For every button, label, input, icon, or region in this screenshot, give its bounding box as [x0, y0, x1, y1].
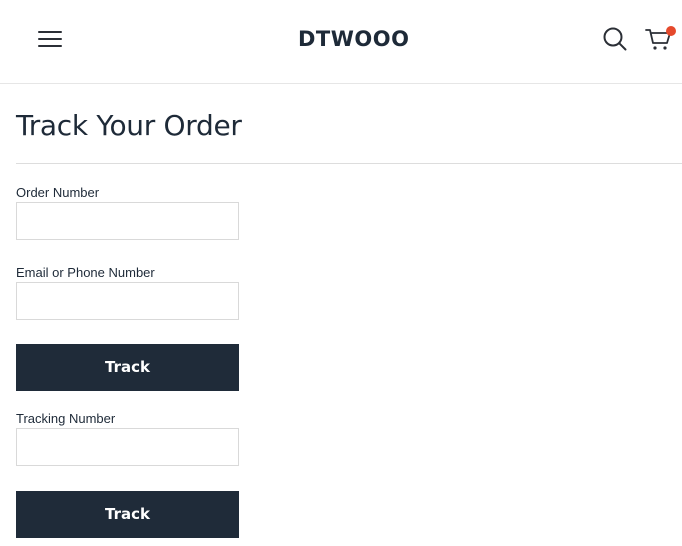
- email-or-phone-label: Email or Phone Number: [16, 265, 155, 280]
- menu-line: [38, 31, 62, 33]
- site-header: DTWOOO: [0, 0, 682, 84]
- cart-badge: [666, 26, 676, 36]
- tracking-number-input[interactable]: [16, 428, 239, 466]
- tracking-number-label: Tracking Number: [16, 411, 116, 426]
- menu-line: [38, 38, 62, 40]
- shopping-cart-icon[interactable]: [644, 24, 676, 54]
- order-number-input[interactable]: [16, 202, 239, 240]
- brand-logo[interactable]: DTWOOO: [298, 24, 414, 54]
- page-title: Track Your Order: [16, 109, 242, 142]
- track-order-button[interactable]: Track: [16, 344, 239, 391]
- menu-line: [38, 45, 62, 47]
- track-number-button[interactable]: Track: [16, 491, 239, 538]
- email-or-phone-input[interactable]: [16, 282, 239, 320]
- title-divider: [16, 163, 682, 164]
- hamburger-menu-icon[interactable]: [38, 29, 64, 49]
- order-number-label: Order Number: [16, 185, 100, 200]
- search-icon[interactable]: [602, 26, 628, 52]
